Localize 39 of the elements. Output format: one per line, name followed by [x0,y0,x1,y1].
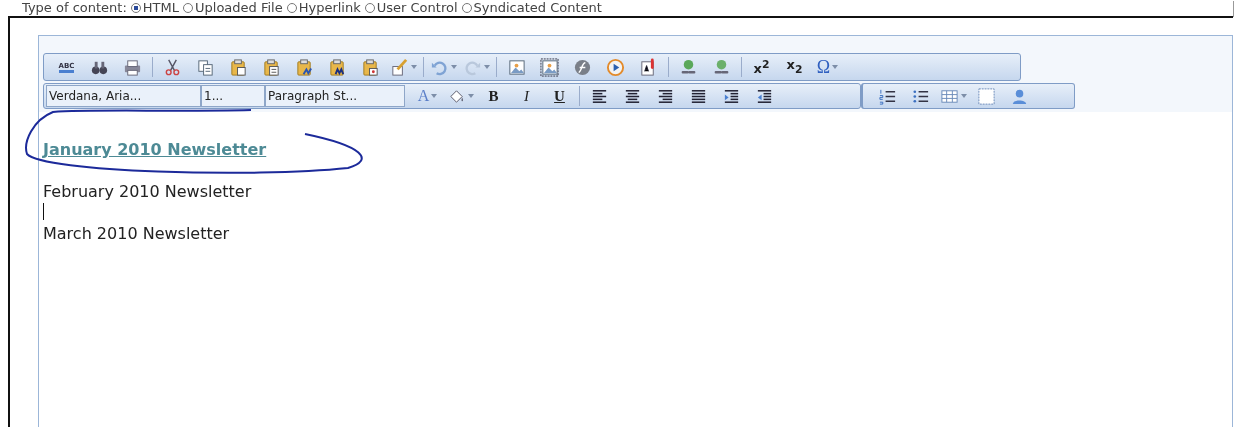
caret-icon[interactable] [961,94,967,98]
content-type-radio[interactable]: Hyperlink [286,0,361,15]
newsletter-link[interactable]: January 2010 Newsletter [43,140,267,159]
printer-icon[interactable] [123,57,142,77]
content-type-label: Type of content: [22,0,127,15]
underline-button[interactable]: U [554,87,565,105]
scissors-icon[interactable] [163,57,182,77]
caret-icon[interactable] [431,94,438,98]
content-type-radio[interactable]: Syndicated Content [461,0,602,15]
caret-icon[interactable] [468,94,474,98]
paste-icon[interactable] [229,57,248,77]
superscript-button[interactable]: x$^{2}$ [753,55,770,79]
content-type-radio[interactable]: HTML [130,0,179,15]
caret-icon[interactable] [411,65,417,69]
special-characters-button[interactable]: Ω [816,58,831,76]
flash-icon[interactable] [573,57,592,77]
copy-icon[interactable] [196,57,215,77]
paste-word-icon[interactable] [295,57,314,77]
paragraph-text: March 2010 Newsletter [43,224,230,243]
paste-text-icon[interactable] [262,57,281,77]
image-icon[interactable] [507,57,526,77]
font-dropdown[interactable]: Verdana, Aria... [46,85,201,107]
format-brush-icon[interactable] [390,57,409,77]
caret-icon[interactable] [484,65,490,69]
media-player-icon[interactable] [606,57,625,77]
image-manager-icon[interactable] [540,57,559,77]
bold-button[interactable]: B [488,87,499,105]
paragraph-text: February 2010 Newsletter [43,182,252,201]
paragraph-style-dropdown[interactable]: Paragraph St... [265,85,405,107]
paste-word-icon[interactable] [328,57,347,77]
text-cursor [43,203,44,220]
content-type-radio[interactable]: Uploaded File [183,0,283,15]
paste-html-icon[interactable] [361,57,380,77]
caret-icon[interactable] [832,65,839,69]
caret-icon[interactable] [451,65,457,69]
size-dropdown[interactable]: 1... [201,85,265,107]
subscript-button[interactable]: x$_{2}$ [786,55,803,79]
content-type-radio[interactable]: User Control [364,0,458,15]
italic-button[interactable]: I [524,87,529,105]
